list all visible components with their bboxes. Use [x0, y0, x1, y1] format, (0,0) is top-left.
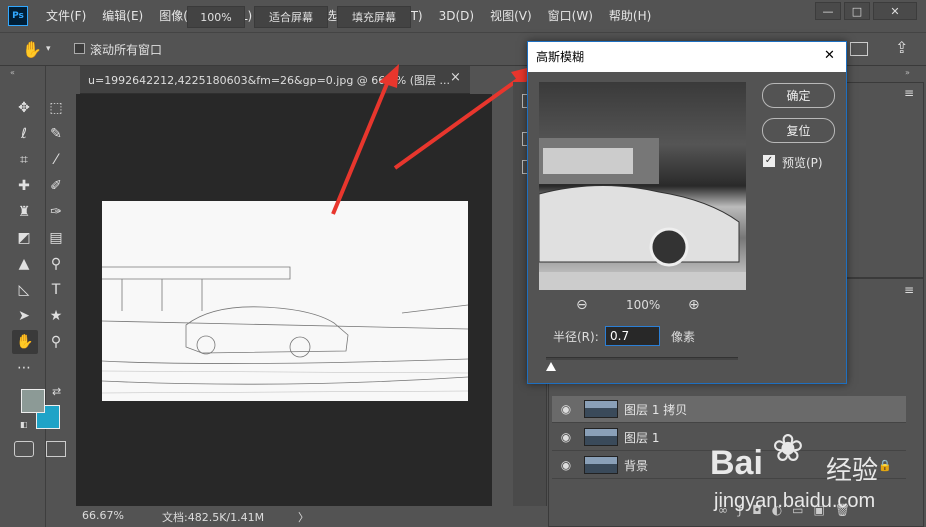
eyedropper-tool-icon[interactable]: ⁄ — [46, 150, 66, 170]
zoom-in-icon[interactable]: ⊕ — [688, 297, 700, 313]
crop-tool-icon[interactable]: ⌗ — [14, 150, 34, 170]
menu-3d[interactable]: 3D(D) — [431, 0, 482, 32]
menu-help[interactable]: 帮助(H) — [601, 0, 659, 32]
quick-select-tool-icon[interactable]: ✎ — [46, 124, 66, 144]
baidu-watermark: Bai ❀ 经验 jingyan.baidu.com — [710, 422, 920, 522]
watermark-brand: Bai — [710, 444, 763, 482]
radius-slider-track[interactable] — [546, 357, 738, 360]
blur-preview-image[interactable] — [539, 82, 746, 290]
menu-edit[interactable]: 编辑(E) — [94, 0, 151, 32]
reset-button[interactable]: 复位 — [762, 118, 835, 143]
clone-stamp-tool-icon[interactable]: ♜ — [14, 202, 34, 222]
preview-checkbox[interactable]: ✓ — [763, 155, 775, 167]
gaussian-blur-dialog: 高斯模糊 ✕ ⊖ 100% ⊕ 半径(R): 0.7 像素 确定 复位 ✓ 预览… — [527, 41, 847, 384]
pen-tool-icon[interactable]: ◺ — [14, 280, 34, 300]
layer-thumbnail — [584, 428, 618, 446]
scroll-all-checkbox[interactable] — [74, 43, 85, 54]
dialog-title: 高斯模糊 — [528, 42, 846, 72]
preview-zoom-percent: 100% — [626, 298, 661, 312]
watermark-url: jingyan.baidu.com — [714, 490, 876, 512]
zoom-100-button[interactable]: 100% — [187, 6, 245, 28]
radius-unit: 像素 — [671, 330, 696, 344]
layer-name: 图层 1 拷贝 — [624, 402, 688, 417]
history-brush-tool-icon[interactable]: ✑ — [46, 202, 66, 222]
layer-thumbnail — [584, 400, 618, 418]
layer-name: 图层 1 — [624, 430, 660, 445]
path-select-tool-icon[interactable]: ➤ — [14, 306, 34, 326]
annotation-arrows — [315, 40, 540, 180]
collapse-tools-icon[interactable]: « — [10, 68, 15, 77]
more-tools-icon[interactable]: ⋯ — [14, 358, 34, 378]
blur-tool-icon[interactable]: ▲ — [14, 254, 34, 274]
menu-window[interactable]: 窗口(W) — [540, 0, 601, 32]
menu-view[interactable]: 视图(V) — [482, 0, 540, 32]
zoom-out-icon[interactable]: ⊖ — [576, 297, 588, 313]
brush-tool-icon[interactable]: ✐ — [46, 176, 66, 196]
eraser-tool-icon[interactable]: ◩ — [14, 228, 34, 248]
maximize-button[interactable]: □ — [844, 2, 870, 20]
preview-label: 预览(P) — [782, 156, 823, 170]
layer-thumbnail — [584, 456, 618, 474]
close-window-button[interactable]: ✕ — [873, 2, 917, 20]
share-icon[interactable]: ⇪ — [895, 38, 908, 57]
panel-menu-icon[interactable]: ≡ — [904, 86, 914, 100]
visibility-eye-icon[interactable]: ◉ — [552, 430, 580, 444]
shape-tool-icon[interactable]: ★ — [46, 306, 66, 326]
workspace-icon[interactable] — [850, 42, 868, 56]
photoshop-logo: Ps — [8, 6, 28, 26]
move-tool-icon[interactable]: ✥ — [14, 98, 34, 118]
chevron-down-icon[interactable]: ▾ — [46, 44, 51, 54]
layer-name: 背景 — [624, 458, 649, 473]
marquee-tool-icon[interactable]: ⬚ — [46, 98, 66, 118]
menu-bar: Ps 文件(F) 编辑(E) 图像(I) 图层(L) 文字(Y) 选择(S) 滤… — [0, 0, 926, 32]
dialog-close-button[interactable]: ✕ — [824, 48, 835, 63]
hand-tool-active-icon[interactable]: ✋ — [12, 330, 38, 354]
scroll-all-label: 滚动所有窗口 — [90, 43, 163, 57]
foreground-color-swatch[interactable] — [21, 389, 45, 413]
watermark-brand-tail: 经验 — [826, 456, 879, 486]
gradient-tool-icon[interactable]: ▤ — [46, 228, 66, 248]
status-bar: 66.67% 文档:482.5K/1.41M 〉 — [76, 506, 492, 527]
visibility-eye-icon[interactable]: ◉ — [552, 458, 580, 472]
collapse-panels-icon[interactable]: » — [905, 68, 910, 77]
status-menu-arrow[interactable]: 〉 — [298, 509, 309, 525]
visibility-eye-icon[interactable]: ◉ — [552, 402, 580, 416]
type-tool-icon[interactable]: T — [46, 280, 66, 300]
layer-row-copy[interactable]: ◉ 图层 1 拷贝 — [552, 396, 906, 423]
menu-file[interactable]: 文件(F) — [38, 0, 94, 32]
screen-mode-icon[interactable] — [46, 441, 66, 457]
swap-colors-icon[interactable]: ⇄ — [52, 385, 61, 398]
paw-logo-icon: ❀ — [772, 426, 804, 470]
healing-brush-tool-icon[interactable]: ✚ — [14, 176, 34, 196]
fit-screen-button[interactable]: 适合屏幕 — [254, 6, 328, 28]
document-size-info: 文档:482.5K/1.41M — [162, 511, 265, 524]
dodge-tool-icon[interactable]: ⚲ — [46, 254, 66, 274]
quick-mask-icon[interactable] — [14, 441, 34, 457]
zoom-tool-icon[interactable]: ⚲ — [46, 332, 66, 352]
ok-button[interactable]: 确定 — [762, 83, 835, 108]
layers-panel-menu-icon[interactable]: ≡ — [904, 283, 914, 297]
minimize-button[interactable]: — — [815, 2, 841, 20]
radius-slider-handle[interactable] — [546, 362, 556, 371]
radius-label: 半径(R): — [553, 330, 599, 344]
lasso-tool-icon[interactable]: ℓ — [14, 124, 34, 144]
hand-tool-icon: ✋ — [22, 40, 42, 59]
sketch-image — [102, 201, 468, 401]
fill-screen-button[interactable]: 填充屏幕 — [337, 6, 411, 28]
default-colors-icon[interactable]: ◧ — [20, 420, 28, 429]
radius-input[interactable]: 0.7 — [605, 326, 660, 346]
zoom-readout[interactable]: 66.67% — [82, 509, 124, 522]
